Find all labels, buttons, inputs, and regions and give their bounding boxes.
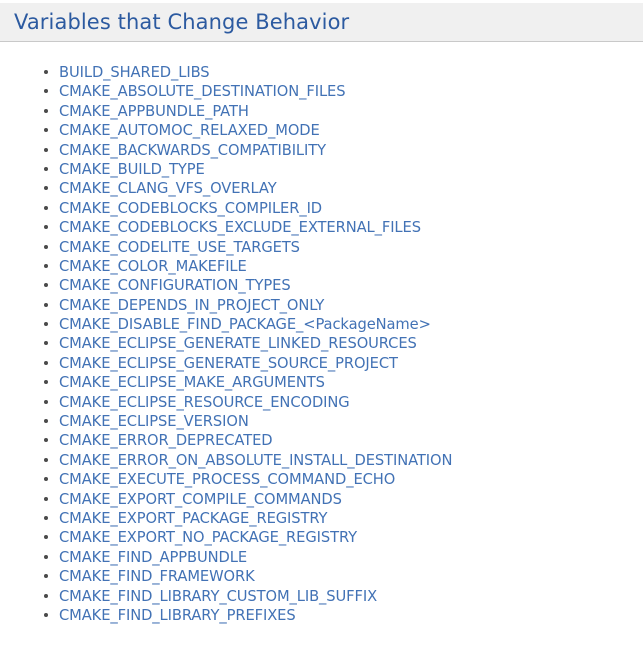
variable-link[interactable]: CMAKE_EXPORT_NO_PACKAGE_REGISTRY [59, 529, 357, 546]
variable-link[interactable]: CMAKE_APPBUNDLE_PATH [59, 103, 249, 120]
variable-link[interactable]: BUILD_SHARED_LIBS [59, 64, 210, 81]
variable-link[interactable]: CMAKE_FIND_LIBRARY_CUSTOM_LIB_SUFFIX [59, 588, 377, 605]
variable-link[interactable]: CMAKE_ECLIPSE_GENERATE_SOURCE_PROJECT [59, 355, 398, 372]
list-item: CMAKE_FIND_APPBUNDLE [0, 547, 643, 566]
variable-link[interactable]: CMAKE_BACKWARDS_COMPATIBILITY [59, 142, 326, 159]
list-item: CMAKE_ERROR_DEPRECATED [0, 430, 643, 449]
list-item: CMAKE_AUTOMOC_RELAXED_MODE [0, 120, 643, 139]
variable-link[interactable]: CMAKE_ECLIPSE_GENERATE_LINKED_RESOURCES [59, 335, 417, 352]
list-item: CMAKE_EXECUTE_PROCESS_COMMAND_ECHO [0, 469, 643, 488]
variable-link[interactable]: CMAKE_ABSOLUTE_DESTINATION_FILES [59, 83, 346, 100]
list-item: CMAKE_BUILD_TYPE [0, 159, 643, 178]
variable-link[interactable]: CMAKE_FIND_FRAMEWORK [59, 568, 255, 585]
variable-link[interactable]: CMAKE_CODEBLOCKS_EXCLUDE_EXTERNAL_FILES [59, 219, 421, 236]
variable-link[interactable]: CMAKE_CLANG_VFS_OVERLAY [59, 180, 277, 197]
variable-list: BUILD_SHARED_LIBS CMAKE_ABSOLUTE_DESTINAT… [0, 42, 643, 624]
list-item: CMAKE_COLOR_MAKEFILE [0, 256, 643, 275]
list-item: CMAKE_FIND_LIBRARY_CUSTOM_LIB_SUFFIX [0, 586, 643, 605]
variable-link[interactable]: CMAKE_BUILD_TYPE [59, 161, 205, 178]
variable-link[interactable]: CMAKE_EXPORT_COMPILE_COMMANDS [59, 491, 342, 508]
list-item: CMAKE_CODEBLOCKS_EXCLUDE_EXTERNAL_FILES [0, 217, 643, 236]
page-root: Variables that Change Behavior BUILD_SHA… [0, 0, 643, 649]
page-content: BUILD_SHARED_LIBS CMAKE_ABSOLUTE_DESTINAT… [0, 42, 643, 624]
variable-link[interactable]: CMAKE_ECLIPSE_RESOURCE_ENCODING [59, 394, 350, 411]
variable-link[interactable]: CMAKE_COLOR_MAKEFILE [59, 258, 247, 275]
list-item: CMAKE_ECLIPSE_MAKE_ARGUMENTS [0, 372, 643, 391]
list-item: CMAKE_DISABLE_FIND_PACKAGE_<PackageName> [0, 314, 643, 333]
list-item: CMAKE_ERROR_ON_ABSOLUTE_INSTALL_DESTINAT… [0, 450, 643, 469]
variable-link[interactable]: CMAKE_CODEBLOCKS_COMPILER_ID [59, 200, 322, 217]
variable-link[interactable]: CMAKE_DISABLE_FIND_PACKAGE_<PackageName> [59, 316, 431, 333]
list-item: CMAKE_ECLIPSE_GENERATE_SOURCE_PROJECT [0, 353, 643, 372]
variable-link[interactable]: CMAKE_ERROR_DEPRECATED [59, 432, 273, 449]
list-item: CMAKE_EXPORT_PACKAGE_REGISTRY [0, 508, 643, 527]
variable-link[interactable]: CMAKE_FIND_APPBUNDLE [59, 549, 247, 566]
variable-link[interactable]: CMAKE_AUTOMOC_RELAXED_MODE [59, 122, 320, 139]
list-item: CMAKE_DEPENDS_IN_PROJECT_ONLY [0, 295, 643, 314]
list-item: CMAKE_ABSOLUTE_DESTINATION_FILES [0, 81, 643, 100]
list-item: CMAKE_ECLIPSE_GENERATE_LINKED_RESOURCES [0, 333, 643, 352]
list-item: CMAKE_EXPORT_NO_PACKAGE_REGISTRY [0, 527, 643, 546]
section-header: Variables that Change Behavior [0, 3, 643, 42]
variable-link[interactable]: CMAKE_ERROR_ON_ABSOLUTE_INSTALL_DESTINAT… [59, 452, 452, 469]
variable-link[interactable]: CMAKE_ECLIPSE_MAKE_ARGUMENTS [59, 374, 325, 391]
variable-link[interactable]: CMAKE_ECLIPSE_VERSION [59, 413, 249, 430]
variable-link[interactable]: CMAKE_EXECUTE_PROCESS_COMMAND_ECHO [59, 471, 395, 488]
list-item: CMAKE_CONFIGURATION_TYPES [0, 275, 643, 294]
list-item: CMAKE_CODEBLOCKS_COMPILER_ID [0, 198, 643, 217]
list-item: CMAKE_FIND_FRAMEWORK [0, 566, 643, 585]
list-item: CMAKE_ECLIPSE_VERSION [0, 411, 643, 430]
list-item: CMAKE_CODELITE_USE_TARGETS [0, 237, 643, 256]
list-item: CMAKE_CLANG_VFS_OVERLAY [0, 178, 643, 197]
list-item: CMAKE_ECLIPSE_RESOURCE_ENCODING [0, 392, 643, 411]
list-item: BUILD_SHARED_LIBS [0, 62, 643, 81]
page-title: Variables that Change Behavior [14, 10, 350, 34]
variable-link[interactable]: CMAKE_CONFIGURATION_TYPES [59, 277, 291, 294]
variable-link[interactable]: CMAKE_DEPENDS_IN_PROJECT_ONLY [59, 297, 324, 314]
list-item: CMAKE_FIND_LIBRARY_PREFIXES [0, 605, 643, 624]
list-item: CMAKE_APPBUNDLE_PATH [0, 101, 643, 120]
variable-link[interactable]: CMAKE_CODELITE_USE_TARGETS [59, 239, 300, 256]
list-item: CMAKE_BACKWARDS_COMPATIBILITY [0, 140, 643, 159]
variable-link[interactable]: CMAKE_FIND_LIBRARY_PREFIXES [59, 607, 296, 624]
list-item: CMAKE_EXPORT_COMPILE_COMMANDS [0, 489, 643, 508]
variable-link[interactable]: CMAKE_EXPORT_PACKAGE_REGISTRY [59, 510, 328, 527]
